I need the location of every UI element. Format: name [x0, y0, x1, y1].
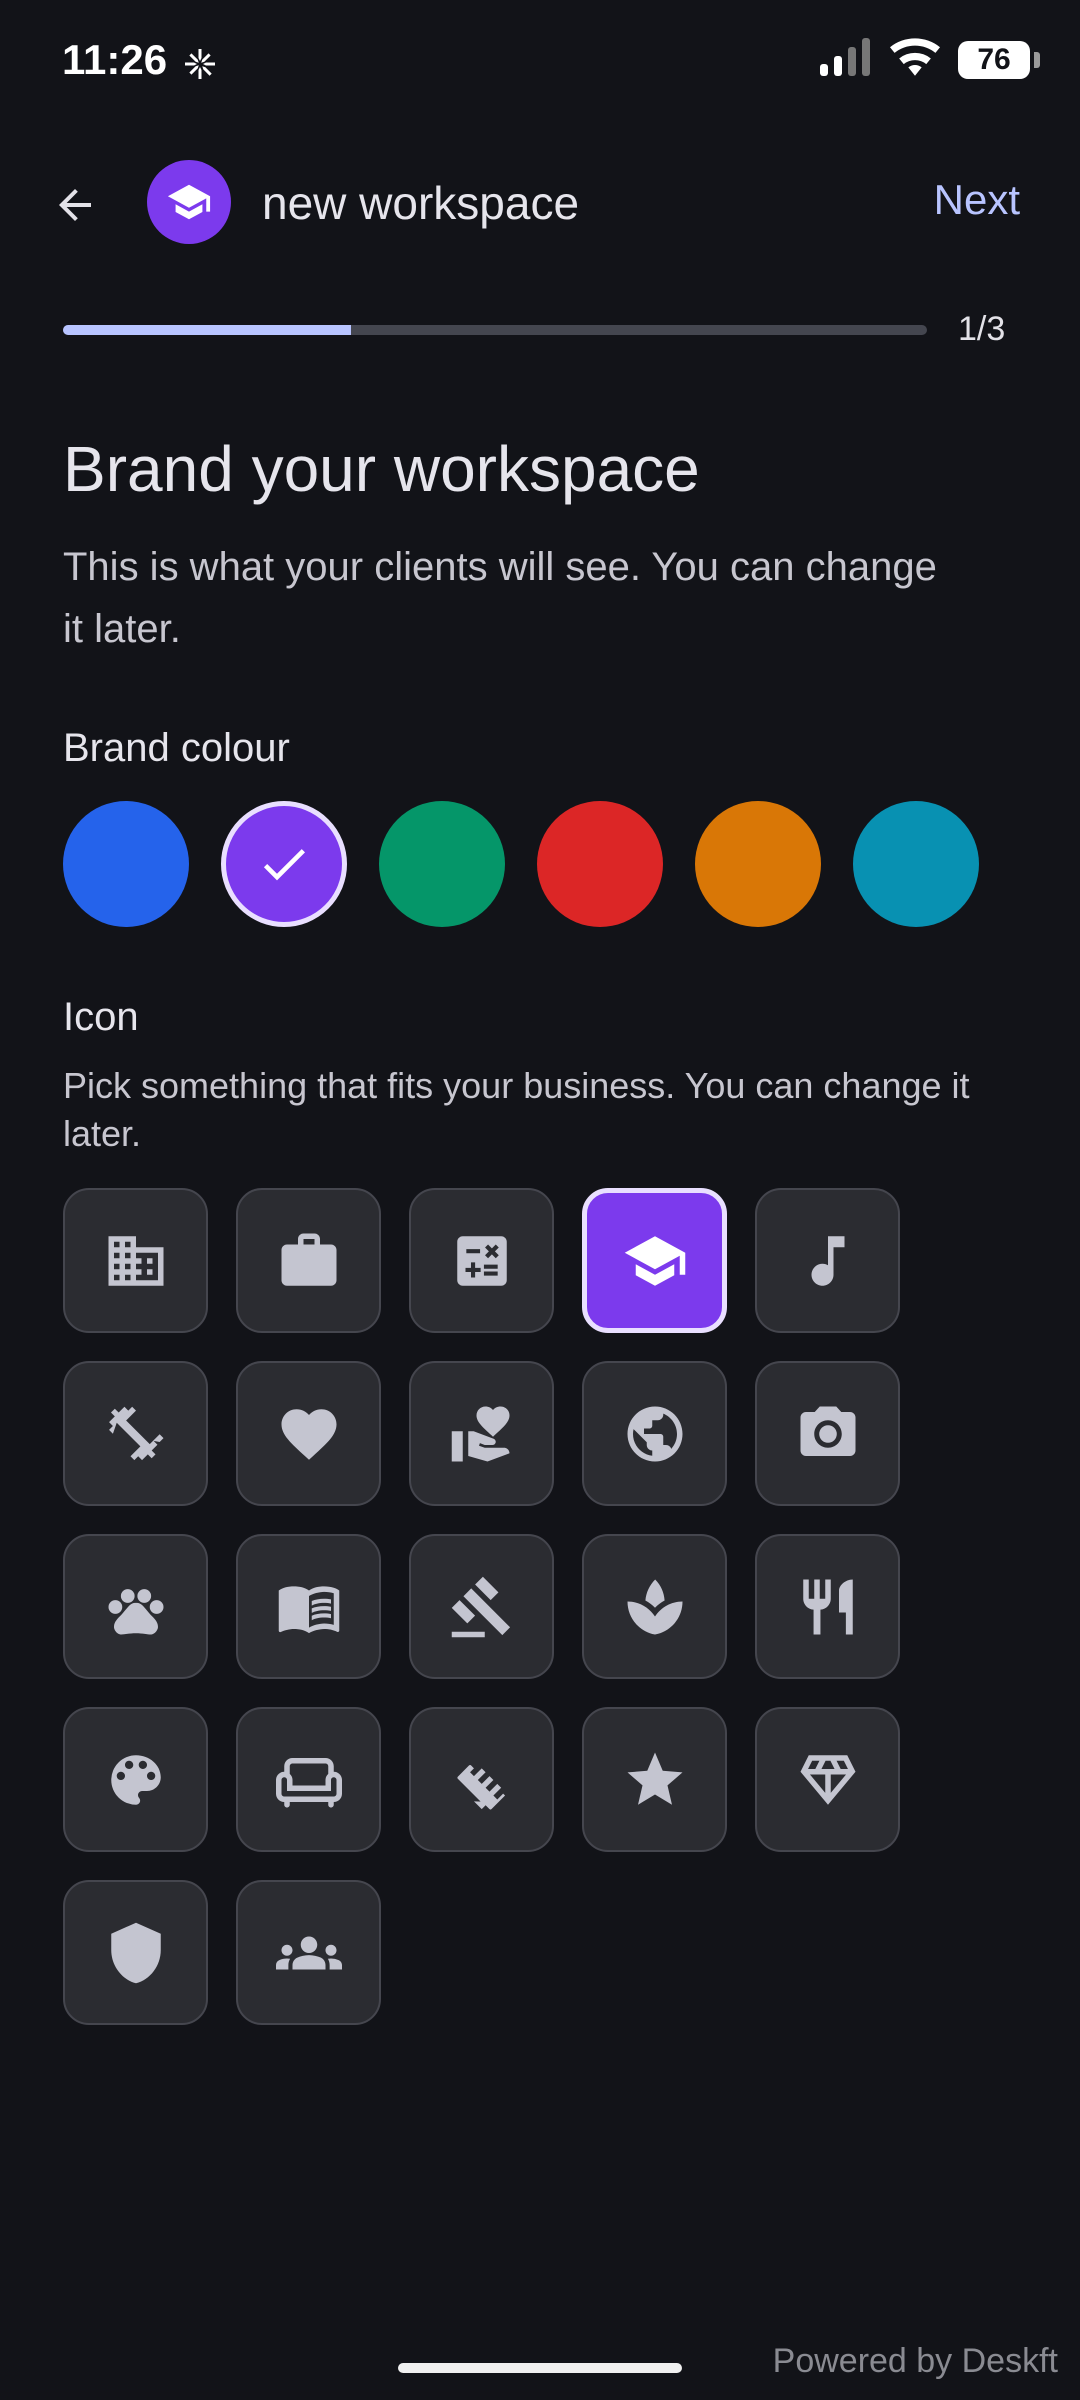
status-time: 11:26: [62, 36, 168, 83]
spa-icon: [627, 1579, 682, 1634]
dumbbell-icon: [108, 1406, 163, 1460]
diamond-icon: [800, 1754, 855, 1805]
arrow-back-icon: [59, 189, 91, 221]
icon-option-group[interactable]: [236, 1880, 381, 2025]
building-icon: [108, 1235, 163, 1286]
colour-swatch-red[interactable]: [537, 801, 663, 927]
icon-section-subtitle: Pick something that fits your business. …: [63, 1065, 970, 1154]
colour-picker: [63, 801, 979, 927]
briefcase-icon: [281, 1233, 336, 1286]
battery-indicator: 76: [958, 40, 1040, 79]
graduation-cap-icon: [624, 1235, 685, 1286]
icon-option-diamond[interactable]: [755, 1707, 900, 1852]
back-button[interactable]: [40, 170, 110, 240]
pinwheel-icon: [182, 46, 218, 87]
paw-icon: [108, 1588, 163, 1635]
icon-option-star[interactable]: [582, 1707, 727, 1852]
heart-icon: [281, 1408, 336, 1460]
real-estate-icon: [451, 1406, 509, 1461]
icon-option-calculator[interactable]: [409, 1188, 554, 1333]
icon-option-graduation-cap[interactable]: [582, 1188, 727, 1333]
icon-option-spa[interactable]: [582, 1534, 727, 1679]
next-button[interactable]: Next: [934, 176, 1020, 224]
powered-by-label: Powered by Deskft: [772, 2342, 1058, 2380]
workspace-title: new workspace: [262, 177, 580, 229]
restaurant-icon: [802, 1579, 853, 1634]
home-indicator[interactable]: [398, 2363, 682, 2373]
icon-section-label: Icon: [63, 995, 139, 1039]
icon-option-globe[interactable]: [582, 1361, 727, 1506]
colour-swatch-purple[interactable]: [221, 801, 347, 927]
icon-option-restaurant[interactable]: [755, 1534, 900, 1679]
brand-colour-label: Brand colour: [63, 726, 290, 770]
camera-icon: [800, 1406, 855, 1456]
check-icon: [263, 849, 305, 881]
icon-option-camera[interactable]: [755, 1361, 900, 1506]
progress-label: 1/3: [958, 310, 1006, 348]
colour-swatch-teal[interactable]: [853, 801, 979, 927]
progress-fill: [63, 325, 351, 335]
icon-option-dumbbell[interactable]: [63, 1361, 208, 1506]
icon-option-building[interactable]: [63, 1188, 208, 1333]
music-note-icon: [811, 1235, 844, 1286]
sofa-icon: [275, 1757, 342, 1807]
status-icons: 76: [818, 38, 1040, 81]
workspace-avatar: [147, 160, 231, 244]
colour-swatch-blue[interactable]: [63, 801, 189, 927]
icon-option-real-estate[interactable]: [409, 1361, 554, 1506]
icon-option-book[interactable]: [236, 1534, 381, 1679]
icon-option-palette[interactable]: [63, 1707, 208, 1852]
icon-option-handshake[interactable]: [409, 1707, 554, 1852]
signal-icon: [818, 38, 872, 81]
wifi-icon: [890, 38, 940, 81]
star-icon: [627, 1752, 682, 1805]
shield-icon: [110, 1922, 161, 1983]
page-title: Brand your workspace: [63, 433, 700, 505]
icon-option-gavel[interactable]: [409, 1534, 554, 1679]
palette-icon: [110, 1754, 161, 1805]
icon-option-heart[interactable]: [236, 1361, 381, 1506]
colour-swatch-orange[interactable]: [695, 801, 821, 927]
page-subtitle: This is what your clients will see. You …: [63, 545, 937, 651]
handshake-icon: [456, 1764, 505, 1810]
gavel-icon: [451, 1576, 510, 1637]
icon-option-paw[interactable]: [63, 1534, 208, 1679]
colour-swatch-green[interactable]: [379, 801, 505, 927]
group-icon: [275, 1936, 342, 1969]
icon-grid: [63, 1188, 900, 2025]
calculator-icon: [456, 1235, 507, 1286]
globe-icon: [627, 1406, 682, 1461]
icon-option-shield[interactable]: [63, 1880, 208, 2025]
icon-option-music-note[interactable]: [755, 1188, 900, 1333]
icon-option-briefcase[interactable]: [236, 1188, 381, 1333]
icon-option-sofa[interactable]: [236, 1707, 381, 1852]
book-icon: [278, 1585, 339, 1633]
graduation-cap-icon: [167, 184, 211, 220]
progress-bar: [63, 325, 927, 335]
